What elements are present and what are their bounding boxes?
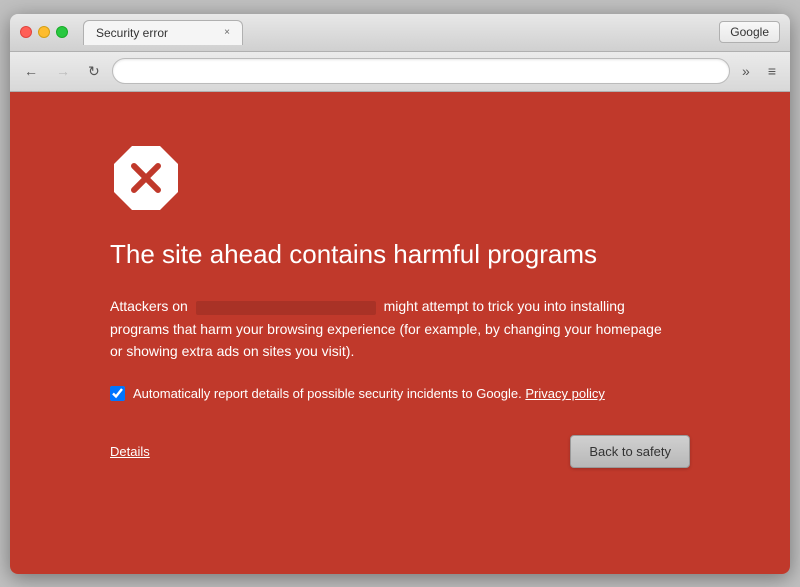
forward-icon: → [56,63,70,79]
maximize-traffic-light[interactable] [56,26,68,38]
extension-menu-button[interactable]: » [736,59,756,83]
reload-icon: ↻ [88,63,100,80]
forward-button[interactable]: → [50,59,76,83]
main-menu-button[interactable]: ≡ [762,59,782,83]
active-tab[interactable]: Security error × [83,20,243,45]
report-label: Automatically report details of possible… [133,386,605,401]
back-to-safety-button[interactable]: Back to safety [570,435,690,468]
report-checkbox[interactable] [110,386,125,401]
dots-icon: » [742,63,750,79]
description-before: Attackers on [110,298,188,314]
error-octagon-icon [110,142,182,214]
lines-icon: ≡ [768,63,776,79]
tab-area: Security error × [83,20,719,45]
nav-bar: ← → ↻ » ≡ [10,52,790,92]
error-page: The site ahead contains harmful programs… [10,92,790,574]
tab-title: Security error [96,26,168,40]
minimize-traffic-light[interactable] [38,26,50,38]
action-row: Details Back to safety [110,435,690,468]
redacted-url [196,301,376,315]
error-icon-container [110,142,182,214]
back-icon: ← [24,63,38,79]
browser-window: Security error × Google ← → ↻ » ≡ [10,14,790,574]
title-bar: Security error × Google [10,14,790,52]
error-title: The site ahead contains harmful programs [110,238,690,272]
reload-button[interactable]: ↻ [82,59,106,84]
google-button[interactable]: Google [719,21,780,43]
tab-close-button[interactable]: × [220,26,234,40]
close-traffic-light[interactable] [20,26,32,38]
traffic-lights [20,26,68,38]
error-description: Attackers on might attempt to trick you … [110,295,670,362]
back-button[interactable]: ← [18,59,44,83]
description-after: might attempt to trick you into installi… [110,298,662,359]
address-bar[interactable] [112,58,730,84]
privacy-policy-link[interactable]: Privacy policy [525,386,604,401]
details-link[interactable]: Details [110,444,150,459]
report-checkbox-row: Automatically report details of possible… [110,386,690,401]
